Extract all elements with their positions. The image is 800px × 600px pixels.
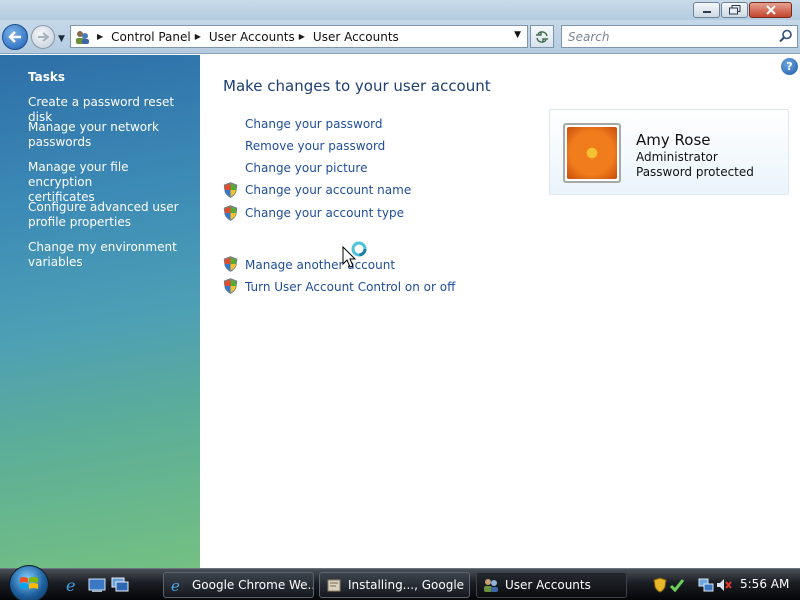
search-input[interactable]: Search — [561, 25, 798, 48]
volume-muted-icon[interactable] — [716, 577, 732, 593]
network-icon[interactable] — [698, 577, 714, 593]
switch-windows-icon[interactable] — [111, 577, 129, 593]
breadcrumb-control-panel[interactable]: Control Panel — [111, 30, 191, 44]
windows-logo-icon — [20, 577, 38, 589]
navigation-bar: ▼ ▶ Control Panel ▶ User Accounts ▶ User… — [0, 20, 800, 54]
security-shield-icon[interactable] — [652, 577, 668, 593]
user-name: Amy Rose — [636, 131, 711, 149]
breadcrumb-user-accounts[interactable]: User Accounts — [209, 30, 295, 44]
arrow-left-icon — [8, 31, 21, 43]
task-change-environment-variables[interactable]: Change my environment variables — [28, 240, 193, 270]
user-account-card: Amy Rose Administrator Password protecte… — [549, 109, 789, 195]
chevron-right-icon[interactable]: ▶ — [299, 32, 305, 41]
address-bar[interactable]: ▶ Control Panel ▶ User Accounts ▶ User A… — [70, 25, 528, 48]
task-link-line: profile properties — [28, 215, 131, 229]
change-account-name-link[interactable]: Change your account name — [245, 183, 411, 197]
remove-password-link[interactable]: Remove your password — [245, 139, 385, 153]
svg-text:e: e — [66, 577, 75, 593]
user-role: Administrator — [636, 150, 718, 164]
help-icon[interactable]: ? — [781, 58, 798, 75]
uac-shield-icon — [223, 182, 238, 198]
refresh-icon — [536, 30, 548, 43]
show-desktop-icon[interactable] — [88, 577, 106, 593]
maximize-button[interactable] — [721, 2, 748, 18]
taskbar-button-label: User Accounts — [505, 578, 591, 592]
internet-explorer-icon[interactable]: e — [64, 577, 82, 593]
manage-another-account-link[interactable]: Manage another account — [245, 258, 395, 272]
task-link-line: Change my environment — [28, 240, 177, 254]
task-manage-network-passwords[interactable]: Manage your network passwords — [28, 120, 193, 150]
task-link-line: Manage your file encryption — [28, 160, 129, 189]
restore-icon — [728, 5, 740, 15]
installer-icon — [327, 579, 341, 592]
start-button[interactable] — [9, 565, 49, 600]
address-dropdown-icon[interactable]: ▼ — [514, 30, 521, 40]
chevron-right-icon: ▶ — [97, 32, 104, 41]
refresh-button[interactable] — [530, 25, 554, 48]
minimize-icon — [702, 11, 711, 13]
uac-shield-icon — [223, 256, 238, 272]
recent-pages-dropdown[interactable]: ▼ — [58, 34, 65, 44]
tasks-heading: Tasks — [28, 70, 66, 84]
taskbar-button-chrome[interactable]: e Google Chrome We... — [163, 572, 314, 598]
flower-picture-icon — [567, 127, 617, 179]
close-button[interactable] — [749, 2, 792, 18]
busy-cursor-icon — [342, 241, 367, 268]
notification-area: 5:56 AM — [648, 572, 800, 598]
task-link-line: passwords — [28, 135, 92, 149]
minimize-button[interactable] — [693, 2, 720, 18]
window-titlebar — [0, 0, 800, 20]
back-button[interactable] — [2, 24, 28, 50]
task-link-line: Configure advanced user — [28, 200, 179, 214]
ie-page-icon: e — [171, 577, 180, 593]
taskbar-button-label: Installing..., Google ... — [348, 578, 470, 592]
taskbar-button-user-accounts[interactable]: User Accounts — [476, 572, 627, 598]
change-account-type-link[interactable]: Change your account type — [245, 206, 404, 220]
page-title: Make changes to your user account — [223, 77, 491, 95]
svg-text:e: e — [171, 577, 180, 593]
taskbar-button-installing[interactable]: Installing..., Google ... — [319, 572, 470, 598]
chevron-right-icon[interactable]: ▶ — [195, 32, 201, 41]
taskbar: e e Google Chrome We... Installing..., G… — [0, 565, 800, 600]
tasks-pane: Tasks Create a password reset disk Manag… — [0, 55, 200, 568]
uac-shield-icon — [223, 278, 238, 294]
forward-button[interactable] — [31, 25, 55, 49]
user-password-status: Password protected — [636, 165, 754, 179]
clock[interactable]: 5:56 AM — [740, 577, 789, 591]
search-placeholder: Search — [568, 30, 610, 44]
uac-shield-icon — [223, 205, 238, 221]
user-accounts-icon — [484, 579, 498, 592]
change-picture-link[interactable]: Change your picture — [245, 161, 367, 175]
task-link-line: Manage your network — [28, 120, 160, 134]
taskbar-button-label: Google Chrome We... — [192, 578, 314, 592]
task-manage-file-encryption-certificates[interactable]: Manage your file encryption certificates — [28, 160, 193, 205]
change-password-link[interactable]: Change your password — [245, 117, 383, 131]
close-icon — [765, 5, 776, 15]
search-icon[interactable] — [779, 29, 793, 43]
breadcrumb-user-accounts-current[interactable]: User Accounts — [313, 30, 399, 44]
checkmark-icon[interactable] — [669, 577, 685, 593]
toggle-uac-link[interactable]: Turn User Account Control on or off — [245, 280, 455, 294]
avatar — [563, 123, 621, 183]
task-configure-advanced-profile[interactable]: Configure advanced user profile properti… — [28, 200, 193, 230]
arrow-right-icon — [38, 32, 49, 42]
caption-buttons — [693, 2, 792, 18]
task-link-line: variables — [28, 255, 83, 269]
control-panel-icon — [71, 26, 93, 47]
